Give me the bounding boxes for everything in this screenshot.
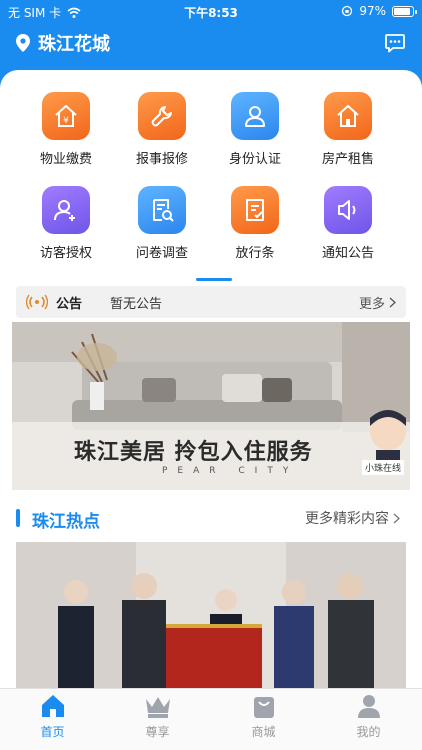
grid-item-survey[interactable]: 问卷调查 xyxy=(110,186,214,261)
tab-label: 我的 xyxy=(356,725,381,739)
hot-more-label: 更多精彩内容 xyxy=(305,511,389,527)
grid-item-visitor[interactable]: 访客授权 xyxy=(14,186,118,261)
tab-label: 商城 xyxy=(251,725,276,739)
crown-icon xyxy=(145,697,170,718)
survey-search-icon xyxy=(138,186,186,234)
grid-label: 物业缴费 xyxy=(39,152,92,167)
tab-premium[interactable]: 尊享 xyxy=(105,693,210,740)
person-id-icon xyxy=(231,92,279,140)
hot-more-link[interactable]: 更多精彩内容 xyxy=(305,508,400,528)
grid-item-identity[interactable]: 身份认证 xyxy=(203,92,307,167)
tab-mall[interactable]: 商城 xyxy=(211,693,316,740)
house-icon xyxy=(324,92,372,140)
banner-caption: 珠江美居 拎包入住服务 xyxy=(74,440,313,465)
profile-icon xyxy=(357,695,380,718)
banner-subtitle: PEAR CITY xyxy=(162,466,299,476)
grid-item-notice[interactable]: 通知公告 xyxy=(296,186,400,261)
chevron-right-icon xyxy=(393,513,400,523)
bottom-tab-bar: 首页 尊享 商城 我的 xyxy=(0,688,422,750)
battery-icon xyxy=(392,5,417,17)
main-card: ¥ 物业缴费 报事报修 身份认证 房产租售 访客授权 问卷调查 放行条 通知公告… xyxy=(0,70,422,688)
hot-section-header: 珠江热点 更多精彩内容 xyxy=(16,508,406,532)
promo-banner[interactable]: 珠江美居 拎包入住服务 PEAR CITY 小珠在线 xyxy=(12,322,410,490)
location-pin-icon xyxy=(16,34,30,52)
notice-bar[interactable]: 公告 暂无公告 更多 xyxy=(16,286,406,318)
grid-item-property-fee[interactable]: ¥ 物业缴费 xyxy=(14,92,118,167)
notice-more-link[interactable]: 更多 xyxy=(359,293,396,312)
grid-item-real-estate[interactable]: 房产租售 xyxy=(296,92,400,167)
grid-label: 身份认证 xyxy=(228,152,281,167)
news-photo xyxy=(16,542,406,688)
speaker-icon xyxy=(324,186,372,234)
pass-slip-icon xyxy=(231,186,279,234)
home-icon xyxy=(41,695,64,717)
community-selector[interactable]: 珠江花城 xyxy=(16,30,110,56)
grid-label: 放行条 xyxy=(235,246,275,261)
grid-label: 访客授权 xyxy=(39,246,92,261)
notice-more-label: 更多 xyxy=(358,296,385,312)
notice-title: 公告 xyxy=(56,296,83,312)
hot-news-image[interactable] xyxy=(16,542,406,688)
online-assistant-badge[interactable]: 小珠在线 xyxy=(361,460,404,475)
grid-item-pass-slip[interactable]: 放行条 xyxy=(203,186,307,261)
grid-label: 报事报修 xyxy=(135,152,188,167)
broadcast-icon xyxy=(26,294,48,310)
tab-label: 首页 xyxy=(40,725,65,739)
battery-fill xyxy=(394,7,410,15)
status-bar: 无 SIM 卡 下午8:53 97% xyxy=(0,0,422,24)
message-icon[interactable] xyxy=(384,32,406,54)
status-right: 97% xyxy=(341,4,417,18)
shopping-bag-icon xyxy=(253,697,274,718)
section-accent-bar xyxy=(16,509,20,527)
battery-percent: 97% xyxy=(359,4,386,18)
grid-label: 房产租售 xyxy=(321,152,374,167)
tab-label: 尊享 xyxy=(145,725,170,739)
tab-home[interactable]: 首页 xyxy=(0,693,105,740)
add-user-icon xyxy=(42,186,90,234)
repair-wrench-icon xyxy=(138,92,186,140)
notice-content: 暂无公告 xyxy=(110,296,163,312)
section-title: 珠江热点 xyxy=(32,512,100,532)
chevron-right-icon xyxy=(389,297,396,307)
grid-label: 通知公告 xyxy=(321,246,374,261)
page-indicator xyxy=(196,278,232,281)
svg-text:¥: ¥ xyxy=(63,116,69,126)
tab-me[interactable]: 我的 xyxy=(316,693,421,740)
property-fee-icon: ¥ xyxy=(42,92,90,140)
grid-item-repair[interactable]: 报事报修 xyxy=(110,92,214,167)
orientation-lock-icon xyxy=(342,5,353,17)
community-name: 珠江花城 xyxy=(38,34,110,55)
grid-label: 问卷调查 xyxy=(135,246,188,261)
